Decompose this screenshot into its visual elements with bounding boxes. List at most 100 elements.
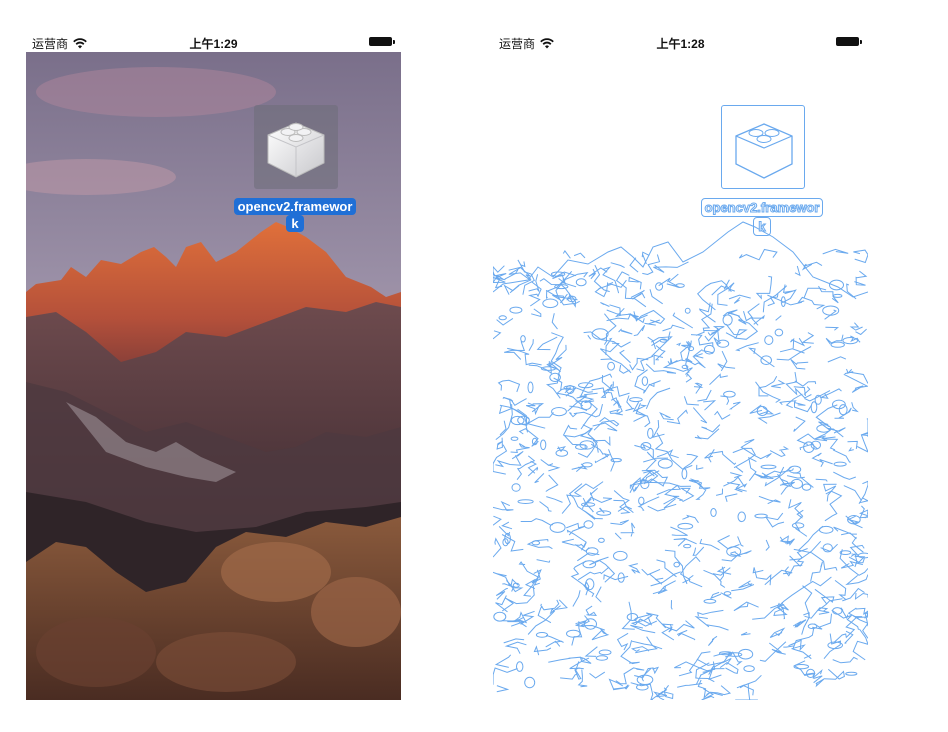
edge-contour [562, 250, 571, 259]
edge-contour [563, 427, 593, 450]
edge-blob [830, 341, 845, 348]
edge-contour [845, 574, 868, 586]
edge-blob [636, 674, 654, 685]
battery-icon [836, 37, 862, 46]
edge-contour [796, 296, 826, 310]
edge-contour [496, 685, 510, 693]
edge-contour [594, 452, 611, 464]
edge-blob [845, 671, 858, 676]
edge-contour [531, 308, 542, 318]
edge-contour [670, 600, 673, 610]
edge-contour [843, 485, 862, 501]
framework-file-label[interactable]: opencv2.framewor k [222, 198, 368, 232]
status-bar: 运营商 上午1:28 [493, 34, 868, 52]
edge-blob [598, 649, 612, 656]
edge-contour [647, 336, 657, 350]
edge-blob [655, 282, 664, 291]
edge-contour [709, 373, 728, 386]
edge-blob [647, 427, 654, 439]
edge-blob [583, 520, 594, 529]
edge-contour [587, 436, 611, 447]
edge-contour [546, 496, 563, 503]
edge-contour [685, 372, 693, 383]
edge-contour [733, 296, 741, 304]
edge-contour [587, 335, 592, 340]
edge-contour [634, 369, 648, 392]
edge-contour [525, 412, 554, 433]
edge-blob [760, 355, 773, 366]
edge-contour [697, 609, 724, 617]
edge-contour [493, 330, 502, 340]
edge-contour [844, 371, 868, 384]
edge-blob [838, 404, 848, 416]
edge-contour [848, 447, 854, 452]
edge-contour [630, 682, 654, 700]
edge-blob [788, 465, 802, 474]
edge-contour [526, 402, 540, 416]
edge-contour [856, 432, 868, 453]
edge-contour [676, 342, 682, 347]
framework-file-icon-outline[interactable] [721, 105, 805, 189]
edge-contour [696, 464, 704, 470]
edge-blob [511, 483, 521, 492]
edge-contour [504, 641, 527, 654]
edge-contour [545, 373, 561, 399]
edge-blob [510, 436, 519, 441]
edge-contour [708, 635, 718, 646]
edge-contour [695, 489, 707, 501]
edge-blob [585, 547, 599, 556]
edge-contour [584, 646, 598, 657]
edge-contour [501, 521, 513, 530]
edge-blob [754, 513, 768, 519]
edge-contour [735, 466, 744, 473]
edge-contour [615, 271, 647, 308]
edge-blob [517, 499, 534, 505]
edge-contour [784, 564, 803, 577]
edge-blob [520, 335, 526, 343]
edge-contour [493, 667, 518, 685]
edge-contour [858, 509, 868, 519]
edge-blob [542, 298, 559, 309]
edge-blob [737, 511, 746, 523]
edge-blob [638, 496, 645, 505]
edge-contour [711, 285, 735, 296]
edge-blob [684, 307, 691, 314]
edge-blob [723, 390, 736, 398]
edge-blob [703, 344, 715, 355]
edge-contour [730, 472, 743, 479]
edge-contour [849, 322, 863, 331]
edge-blob [803, 441, 815, 454]
edge-contour [776, 346, 812, 361]
edge-contour [645, 387, 671, 409]
edge-contour [803, 287, 827, 299]
edge-contour [502, 396, 514, 402]
edge-contour [794, 380, 817, 387]
edge-contour [633, 409, 647, 422]
edge-contour [801, 332, 815, 344]
edge-contour [792, 627, 815, 660]
edge-contour [621, 601, 635, 630]
edge-contour [709, 685, 732, 696]
edge-blob [832, 293, 843, 298]
edge-contour [618, 328, 633, 335]
framework-file-icon[interactable] [254, 105, 338, 189]
edge-contour [703, 400, 717, 411]
edge-contour [496, 437, 504, 450]
edge-contour [637, 496, 660, 511]
edge-blob [551, 407, 567, 417]
edge-contour [679, 487, 695, 503]
edge-contour [509, 584, 524, 593]
edge-contour [641, 568, 664, 585]
edge-contour [708, 449, 715, 463]
edge-contour [735, 683, 758, 700]
edge-contour [591, 387, 608, 398]
edge-contour [495, 587, 508, 600]
edge-contour [683, 396, 699, 406]
edge-blob [509, 306, 523, 314]
edge-contour [589, 556, 616, 583]
edge-contour [548, 657, 571, 663]
framework-file-label-outline[interactable]: opencv2.framewor k [689, 198, 835, 236]
edge-contour [521, 261, 526, 268]
edge-contour [577, 566, 610, 581]
edge-blob [743, 665, 755, 672]
